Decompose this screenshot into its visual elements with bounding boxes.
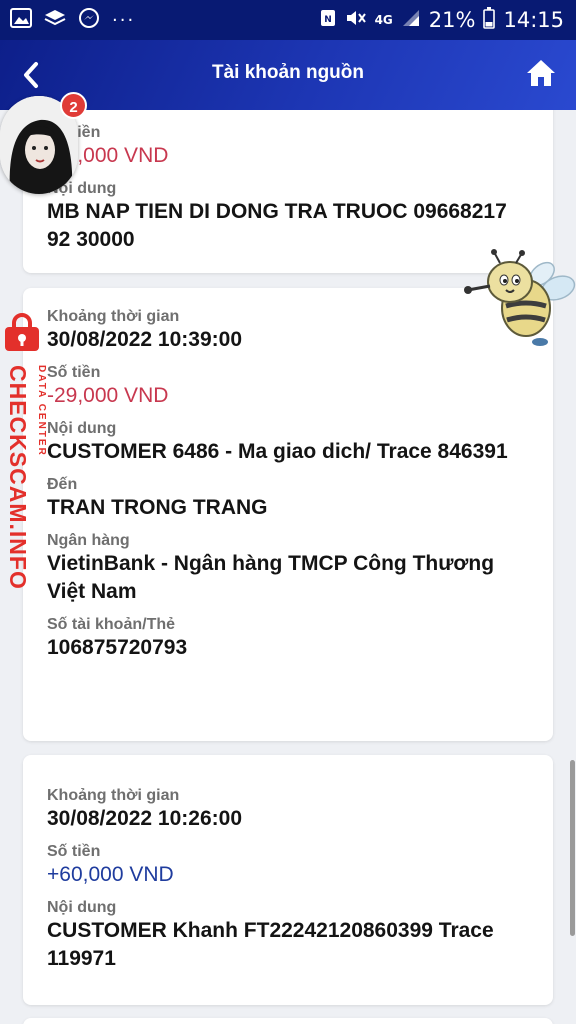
transaction-card[interactable]: Khoảng thời gian 30/08/2022 10:26:00 Số … — [23, 755, 553, 1005]
messenger-icon — [78, 7, 100, 34]
amount-label: Số tiền — [47, 364, 101, 381]
notification-icons: ··· — [10, 7, 135, 34]
mute-icon — [345, 8, 367, 33]
amount-value: -30,000 VND — [47, 144, 169, 167]
content-value: MB NAP TIEN DI DONG TRA TRUOC 09668217 9… — [47, 200, 507, 251]
amount-label: Số tiền — [47, 124, 101, 141]
watermark-subtext: DATA CENTER — [36, 365, 47, 457]
content-label: Nội dung — [47, 420, 117, 437]
account-label: Số tài khoản/Thẻ — [47, 616, 176, 633]
amount-value: +60,000 VND — [47, 863, 174, 886]
nfc-icon: N — [319, 8, 337, 33]
account-value: 106875720793 — [47, 636, 188, 659]
more-notifications-icon: ··· — [112, 9, 136, 31]
page-title: Tài khoản nguồn — [212, 62, 364, 83]
content-value: CUSTOMER Khanh FT22242120860399 Trace 11… — [47, 919, 494, 970]
battery-percent: 21% — [428, 8, 476, 32]
time-value: 30/08/2022 10:39:00 — [47, 328, 242, 351]
svg-text:N: N — [324, 15, 332, 25]
amount-label: Số tiền — [47, 843, 101, 860]
recipient-value: TRAN TRONG TRANG — [47, 496, 268, 519]
clock: 14:15 — [503, 8, 564, 32]
gallery-icon — [10, 7, 32, 33]
battery-icon — [483, 6, 496, 34]
bank-label: Ngân hàng — [47, 532, 130, 549]
layers-icon — [44, 8, 66, 33]
content-label: Nội dung — [47, 180, 117, 197]
recipient-label: Đến — [47, 476, 78, 493]
bank-value: VietinBank - Ngân hàng TMCP Công Thương … — [47, 552, 495, 603]
transaction-card[interactable]: Khoảng thời gian 30/08/2022 10:39:00 Số … — [23, 288, 553, 741]
status-bar: ··· N 4G 21% 14:15 — [0, 0, 576, 40]
home-icon — [527, 60, 555, 86]
watermark-text: CHECKSCAM.INFO — [5, 365, 31, 590]
amount-value: -29,000 VND — [47, 384, 169, 407]
signal-icon — [401, 8, 421, 33]
time-value: 30/08/2022 10:26:00 — [47, 807, 242, 830]
bee-mascot-icon[interactable] — [460, 248, 576, 354]
app-header: Tài khoản nguồn — [0, 40, 576, 110]
content-label: Nội dung — [47, 899, 117, 916]
home-button[interactable] — [526, 58, 556, 90]
network-type: 4G — [374, 13, 393, 27]
transaction-card[interactable] — [23, 1018, 553, 1024]
system-icons: N 4G 21% 14:15 — [319, 6, 564, 34]
time-label: Khoảng thời gian — [47, 787, 180, 804]
lock-icon — [4, 312, 40, 352]
scrollbar[interactable] — [570, 760, 575, 936]
notification-badge: 2 — [60, 92, 87, 119]
time-label: Khoảng thời gian — [47, 308, 180, 325]
content-value: CUSTOMER 6486 - Ma giao dich/ Trace 8463… — [47, 440, 508, 463]
